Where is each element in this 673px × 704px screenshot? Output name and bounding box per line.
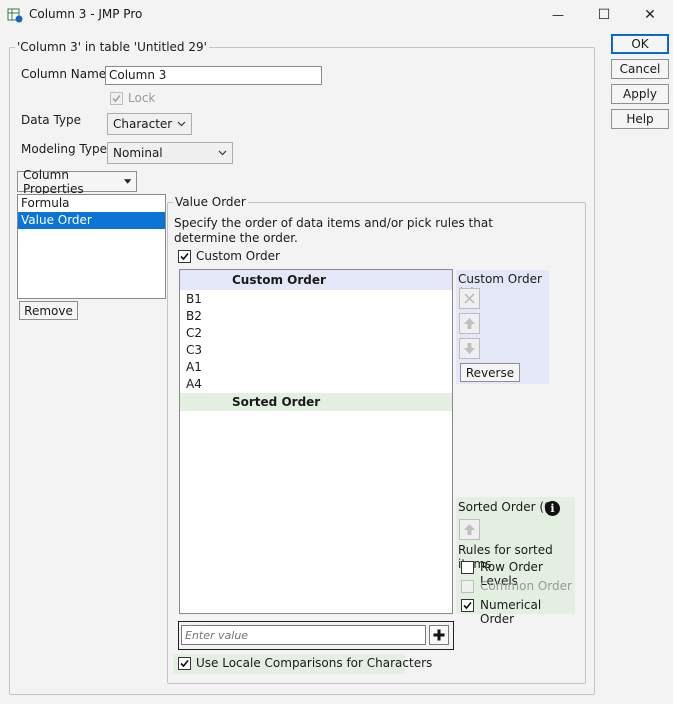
column-properties-button[interactable]: Column Properties: [17, 168, 137, 196]
list-item[interactable]: B1: [180, 291, 452, 308]
check-icon: [112, 94, 121, 103]
chevron-down-icon: [177, 121, 186, 127]
move-up-button[interactable]: [459, 313, 480, 334]
minimize-button[interactable]: —: [535, 0, 581, 30]
add-value-button[interactable]: [429, 625, 449, 645]
minimize-icon: —: [552, 8, 564, 22]
list-item[interactable]: A1: [180, 359, 452, 376]
ok-button[interactable]: OK: [611, 34, 669, 54]
row-order-levels-checkbox[interactable]: [461, 561, 474, 574]
lock-label: Lock: [128, 91, 156, 105]
sorted-order-panel-title: Sorted Order (0): [458, 500, 557, 514]
list-item[interactable]: C3: [180, 342, 452, 359]
properties-list: Formula Value Order: [17, 194, 166, 299]
x-icon: [464, 293, 475, 304]
help-button[interactable]: Help: [611, 109, 669, 129]
custom-order-checkbox[interactable]: [178, 250, 191, 263]
modeling-type-value: Nominal: [113, 146, 163, 160]
column-name-input[interactable]: Column 3: [105, 66, 322, 85]
list-item-value-order[interactable]: Value Order: [18, 212, 165, 229]
column-properties-label: Column Properties: [23, 167, 84, 196]
arrow-up-icon: [464, 524, 475, 535]
dropdown-arrow-icon: [123, 179, 131, 184]
modeling-type-label: Modeling Type: [21, 142, 107, 156]
modeling-type-dropdown[interactable]: Nominal: [107, 142, 233, 164]
check-icon: [180, 252, 189, 261]
lock-checkbox[interactable]: [110, 92, 123, 105]
jmp-app-icon: [7, 7, 23, 23]
chevron-down-icon: [218, 150, 227, 156]
custom-order-panel: Custom Order (6) Reverse: [456, 270, 549, 384]
numerical-order-label: Numerical Order: [480, 598, 542, 626]
data-type-value: Character: [113, 117, 173, 131]
apply-button[interactable]: Apply: [611, 84, 669, 104]
value-order-legend: Value Order: [173, 195, 248, 209]
maximize-button[interactable]: ☐: [581, 0, 627, 30]
plus-icon: [433, 629, 445, 641]
check-icon: [180, 659, 189, 668]
reverse-button[interactable]: Reverse: [460, 363, 520, 382]
order-list: Custom Order B1 B2 C2 C3 A1 A4 Sorted Or…: [179, 269, 453, 614]
group-legend: 'Column 3' in table 'Untitled 29': [15, 40, 209, 54]
value-order-description: Specify the order of data items and/or p…: [174, 216, 493, 245]
custom-order-checkbox-label: Custom Order: [196, 249, 280, 263]
arrow-down-icon: [464, 343, 475, 354]
delete-item-button[interactable]: [459, 288, 480, 309]
list-item[interactable]: A4: [180, 376, 452, 393]
enter-value-row: [178, 621, 454, 650]
close-button[interactable]: ✕: [627, 0, 673, 30]
info-icon[interactable]: i: [545, 501, 560, 516]
locale-comparisons-label: Use Locale Comparisons for Characters: [196, 656, 433, 670]
list-item-formula[interactable]: Formula: [18, 195, 165, 212]
title-bar: Column 3 - JMP Pro — ☐ ✕: [0, 0, 673, 30]
sorted-move-up-button[interactable]: [459, 519, 480, 540]
numerical-order-checkbox[interactable]: [461, 599, 474, 612]
common-order-label: Common Order: [480, 579, 572, 593]
column-name-label: Column Name: [21, 67, 107, 81]
enter-value-input[interactable]: [181, 625, 426, 645]
locale-comparisons-checkbox[interactable]: [178, 657, 191, 670]
check-icon: [463, 601, 472, 610]
maximize-icon: ☐: [597, 7, 611, 23]
list-item[interactable]: B2: [180, 308, 452, 325]
list-item[interactable]: C2: [180, 325, 452, 342]
custom-order-header: Custom Order: [180, 270, 452, 290]
data-type-dropdown[interactable]: Character: [107, 113, 192, 135]
data-type-label: Data Type: [21, 113, 82, 127]
window-title: Column 3 - JMP Pro: [29, 7, 143, 21]
sorted-order-panel: Sorted Order (0) i Rules for sorted item…: [456, 497, 575, 626]
sorted-order-header: Sorted Order: [180, 393, 452, 411]
move-down-button[interactable]: [459, 338, 480, 359]
cancel-button[interactable]: Cancel: [611, 59, 669, 79]
close-icon: ✕: [644, 7, 656, 23]
arrow-up-icon: [464, 318, 475, 329]
common-order-checkbox[interactable]: [461, 580, 474, 593]
remove-button[interactable]: Remove: [19, 301, 78, 320]
